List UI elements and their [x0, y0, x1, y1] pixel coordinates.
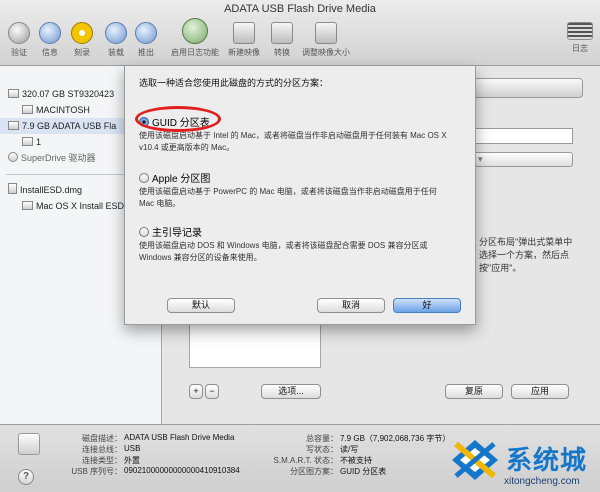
apply-button[interactable]: 应用 [511, 384, 569, 399]
info-label: USB 序列号： [71, 467, 122, 476]
resize-image-label: 调整映像大小 [302, 48, 350, 57]
info-value: GUID 分区表 [340, 467, 387, 476]
info-value: 7.9 GB（7,902,068,736 字节） [340, 434, 451, 443]
info-value: 不被支持 [340, 456, 372, 465]
info-icon [39, 22, 61, 44]
enable-journaling-button[interactable]: 启用日志功能 [170, 18, 220, 58]
volume-icon [22, 137, 33, 146]
default-button[interactable]: 默认 [167, 298, 235, 313]
burn-button[interactable]: 刻录 [64, 22, 100, 58]
option-mbr[interactable]: 主引导记录 [139, 224, 469, 239]
info-label: 连接类型： [82, 456, 122, 465]
radio-unselected-icon[interactable] [139, 227, 149, 237]
add-partition-button[interactable]: + [189, 384, 203, 399]
sidebar-item-label: 320.07 GB ST9320423 [22, 89, 115, 99]
sidebar-item-label: SuperDrive 驱动器 [21, 153, 96, 163]
format-popup[interactable]: ▾ [473, 152, 573, 167]
watermark: 系统城 xitongcheng.com [448, 436, 598, 490]
option-guid[interactable]: GUID 分区表 [139, 114, 469, 129]
ok-button[interactable]: 好 [393, 298, 461, 313]
radio-unselected-icon[interactable] [139, 173, 149, 183]
usb-drive-icon [18, 433, 40, 455]
option-apple-desc: 使用该磁盘启动基于 PowerPC 的 Mac 电脑，或者将该磁盘当作非启动磁盘… [139, 187, 437, 208]
tab-bar [473, 78, 583, 98]
watermark-url: xitongcheng.com [504, 476, 580, 487]
convert-icon [271, 22, 293, 44]
watermark-logo-icon [452, 440, 498, 480]
convert-label: 转换 [274, 48, 290, 57]
eject-button[interactable]: 推出 [128, 22, 164, 58]
revert-button[interactable]: 复原 [445, 384, 503, 399]
disk-utility-window: ADATA USB Flash Drive Media 验证 信息 刻录 装载 … [0, 0, 600, 492]
help-button[interactable]: ? [18, 469, 34, 485]
info-value: ADATA USB Flash Drive Media [124, 433, 235, 442]
info-value: 外置 [124, 456, 140, 465]
option-guid-title: GUID 分区表 [152, 118, 210, 129]
dmg-file-icon [8, 183, 17, 194]
new-image-label: 新建映像 [228, 48, 260, 57]
info-label: 写状态： [306, 445, 338, 454]
info-label: 信息 [42, 48, 58, 57]
title-toolbar: ADATA USB Flash Drive Media 验证 信息 刻录 装载 … [0, 0, 600, 66]
watermark-title: 系统城 [506, 445, 588, 475]
log-button[interactable]: 日志 [562, 22, 598, 54]
log-label: 日志 [572, 44, 588, 53]
info-label: 连接总线： [82, 445, 122, 454]
burn-icon [71, 22, 93, 44]
volume-icon [22, 105, 33, 114]
log-icon [567, 22, 593, 40]
sidebar-item-label: 1 [36, 137, 42, 147]
option-mbr-desc: 使用该磁盘启动 DOS 和 Windows 电脑，或者将该磁盘配合需要 DOS … [139, 241, 428, 262]
info-value: 09021000000000000410910384 [124, 466, 240, 475]
usb-drive-icon [8, 121, 19, 130]
sidebar-item-label: Mac OS X Install ESD [36, 201, 125, 211]
optical-drive-icon [8, 152, 18, 162]
volume-name-field[interactable] [473, 128, 573, 144]
new-image-icon [233, 22, 255, 44]
journal-icon [182, 18, 208, 44]
convert-button[interactable]: 转换 [264, 22, 300, 58]
options-button[interactable]: 选项... [261, 384, 321, 399]
journal-label: 启用日志功能 [171, 48, 219, 57]
eject-icon [135, 22, 157, 44]
resize-image-button[interactable]: 调整映像大小 [300, 22, 352, 58]
option-apple-partition-map[interactable]: Apple 分区图 [139, 170, 469, 185]
burn-label: 刻录 [74, 48, 90, 57]
sidebar-item-label: MACINTOSH [36, 105, 90, 115]
info-label: 总容量： [306, 434, 338, 443]
microscope-icon [8, 22, 30, 44]
mount-icon [105, 22, 127, 44]
partition-hint-text: 分区布局"弹出式菜单中选择一个方案，然后点按"应用"。 [479, 237, 573, 273]
eject-label: 推出 [138, 48, 154, 57]
cancel-button[interactable]: 取消 [317, 298, 385, 313]
sidebar-item-label: 7.9 GB ADATA USB Fla [22, 121, 117, 131]
new-image-button[interactable]: 新建映像 [224, 22, 264, 58]
info-value: 读/写 [340, 445, 359, 454]
radio-selected-icon[interactable] [139, 117, 149, 127]
sheet-prompt: 选取一种适合您使用此磁盘的方式的分区方案： [139, 78, 329, 88]
info-label: 磁盘描述： [82, 434, 122, 443]
option-apple-title: Apple 分区图 [152, 174, 211, 185]
window-title: ADATA USB Flash Drive Media [224, 3, 376, 15]
info-button[interactable]: 信息 [32, 22, 68, 58]
hard-disk-icon [8, 89, 19, 98]
info-label: S.M.A.R.T. 状态： [273, 456, 338, 465]
resize-image-icon [315, 22, 337, 44]
info-label: 分区图方案： [290, 467, 338, 476]
partition-scheme-sheet: 选取一种适合您使用此磁盘的方式的分区方案： GUID 分区表 使用该磁盘启动基于… [124, 66, 476, 325]
option-mbr-title: 主引导记录 [152, 228, 202, 239]
remove-partition-button[interactable]: − [205, 384, 219, 399]
volume-icon [22, 201, 33, 210]
info-value: USB [124, 444, 141, 453]
option-guid-desc: 使用该磁盘启动基于 Intel 的 Mac，或者将磁盘当作非启动磁盘用于任何装有… [139, 131, 447, 152]
sidebar-item-label: InstallESD.dmg [20, 185, 83, 195]
